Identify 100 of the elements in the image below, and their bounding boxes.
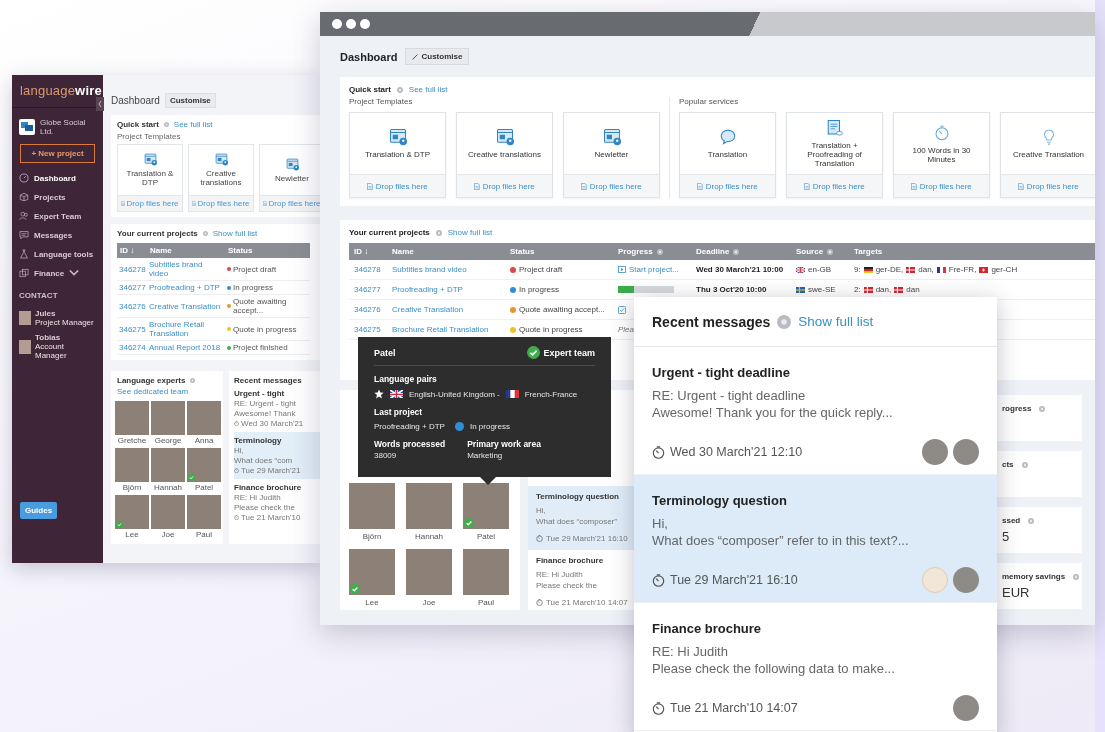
status-text: Project finished (233, 343, 288, 352)
show-full-list-link[interactable]: Show full list (212, 229, 258, 238)
show-full-list-link[interactable]: Show full list (447, 228, 493, 237)
nav-item[interactable]: Dashboard (19, 172, 103, 184)
guides-button[interactable]: Guides (20, 502, 58, 519)
see-full-list-link[interactable]: See full list (408, 85, 448, 94)
project-id[interactable]: 346277 (117, 281, 147, 295)
project-id[interactable]: 346275 (354, 325, 381, 334)
avatar-placeholder (922, 567, 948, 593)
customise-button[interactable]: Customise (164, 93, 216, 108)
column-header[interactable]: Targets (854, 247, 883, 256)
help-icon[interactable] (202, 231, 208, 236)
project-id[interactable]: 346275 (117, 318, 147, 341)
flag-icon (936, 266, 946, 273)
new-project-button[interactable]: + New project (20, 144, 95, 163)
service-card[interactable]: Newletter Drop files here (563, 112, 660, 198)
project-id[interactable]: 346276 (354, 305, 381, 314)
customise-button[interactable]: Customise (405, 48, 470, 65)
target-language: ger-DE, (875, 265, 904, 274)
column-header[interactable]: Status (510, 247, 535, 256)
project-name: Proofreading + DTP (374, 422, 445, 431)
flask-icon (19, 249, 29, 259)
message-item[interactable]: Terminology Hi, What does “com Tue 29 March'21 (234, 432, 320, 479)
help-icon[interactable] (435, 229, 442, 236)
panel-title: Recent messages (234, 376, 303, 385)
column-header[interactable]: Name (147, 243, 225, 258)
avatar-placeholder (953, 695, 979, 721)
help-icon[interactable] (827, 248, 834, 255)
start-project-link[interactable]: Start project... (629, 265, 679, 274)
service-card[interactable]: Creative translations Drop files here (456, 112, 553, 198)
status-text: In progress (519, 285, 560, 294)
template-card[interactable]: Creative translations Drop files here (188, 144, 254, 212)
template-card[interactable]: Translation & DTP Drop files here (117, 144, 183, 212)
project-id[interactable]: 346276 (117, 295, 147, 318)
show-full-list-link[interactable]: Show full list (798, 314, 874, 329)
help-icon[interactable] (1073, 573, 1080, 580)
message-item[interactable]: Finance brochure RE: Hi Judith Please check the Tue 21 March'10 (234, 479, 320, 526)
window-dot-icon[interactable] (346, 19, 356, 29)
stopwatch-icon (536, 535, 543, 542)
service-card[interactable]: Translation + Proofreading of Translation Drop files here (786, 112, 883, 198)
flag-icon (979, 266, 989, 273)
language-pair: French-France (524, 389, 578, 399)
window-dot-icon[interactable] (360, 19, 370, 29)
template-card[interactable]: Newletter Drop files here (259, 144, 320, 212)
card-label: Creative translations (199, 169, 243, 187)
project-name[interactable]: Proofreading + DTP (392, 285, 463, 294)
help-icon[interactable] (396, 86, 403, 93)
column-header[interactable]: Deadline (696, 247, 730, 256)
see-dedicated-team-link[interactable]: See dedicated team (117, 387, 189, 396)
message-item[interactable]: Finance brochure RE: Hi Judith Please check the Tue 21 March'10 14:07 (528, 550, 634, 614)
message-item[interactable]: Terminology question Hi, What does “composer” refer to in this text?... Tue 29 March'21 16:10 (634, 475, 997, 603)
nav-item[interactable]: Expert Team (19, 210, 103, 222)
service-card[interactable]: 100 Words in 30 Minutes Drop files here (893, 112, 990, 198)
message-item[interactable]: Urgent - tight RE: Urgent - tight Awesome! Thank Wed 30 March'21 (234, 385, 320, 432)
project-id[interactable]: 346277 (354, 285, 381, 294)
project-name[interactable]: Creative Translation (392, 305, 464, 314)
nav-item[interactable]: Messages (19, 229, 103, 241)
help-icon[interactable] (656, 248, 663, 255)
project-id[interactable]: 346278 (354, 265, 381, 274)
help-icon[interactable] (777, 314, 792, 329)
service-card[interactable]: Translation & DTP Drop files here (349, 112, 446, 198)
column-header[interactable]: ID ↓ (117, 243, 147, 258)
see-full-list-link[interactable]: See full list (173, 120, 213, 129)
help-icon[interactable] (163, 122, 169, 127)
stopwatch-icon (234, 515, 239, 520)
message-item[interactable]: Terminology question Hi, What does “composer” Tue 29 March'21 16:10 (528, 486, 634, 550)
nav-item[interactable]: Finance (19, 267, 103, 279)
project-name[interactable]: Subtitles brand video (147, 258, 225, 281)
project-name[interactable]: Proofreading + DTP (147, 281, 225, 295)
project-name[interactable]: Brochure Retail Translation (392, 325, 489, 334)
project-name[interactable]: Annual Report 2018 (147, 341, 225, 355)
deadline: Wed 30 March'21 10:00 (696, 265, 784, 274)
stat-value: EUR (1002, 585, 1031, 600)
column-header[interactable]: Status (225, 243, 310, 258)
caret-icon (69, 268, 80, 278)
service-card[interactable]: Creative Translation Drop files here (1000, 112, 1095, 198)
help-icon[interactable] (1028, 517, 1035, 524)
project-name[interactable]: Subtitles brand video (392, 265, 467, 274)
project-name[interactable]: Brochure Retail Translation (147, 318, 225, 341)
file-icon (263, 201, 268, 206)
help-icon[interactable] (1021, 461, 1028, 468)
nav-item[interactable]: Language tools (19, 248, 103, 260)
template-icon (285, 157, 299, 171)
flag-icon (390, 389, 403, 399)
nav-item[interactable]: Projects (19, 191, 103, 203)
project-name[interactable]: Creative Translation (147, 295, 225, 318)
stopwatch-icon (234, 468, 239, 473)
service-card[interactable]: Translation Drop files here (679, 112, 776, 198)
help-icon[interactable] (1039, 405, 1046, 412)
message-item[interactable]: Finance brochure RE: Hi Judith Please check the following data to make... Tue 21 March'10 14:07 (634, 603, 997, 731)
project-id[interactable]: 346278 (117, 258, 147, 281)
check-badge-icon (350, 584, 360, 594)
flag-icon (906, 266, 916, 273)
window-dot-icon[interactable] (332, 19, 342, 29)
help-icon[interactable] (733, 248, 740, 255)
help-icon[interactable] (190, 378, 196, 383)
column-header[interactable]: Name (392, 247, 414, 256)
box-icon (19, 192, 29, 202)
project-id[interactable]: 346274 (117, 341, 147, 355)
expert-name: Björn (362, 532, 382, 541)
